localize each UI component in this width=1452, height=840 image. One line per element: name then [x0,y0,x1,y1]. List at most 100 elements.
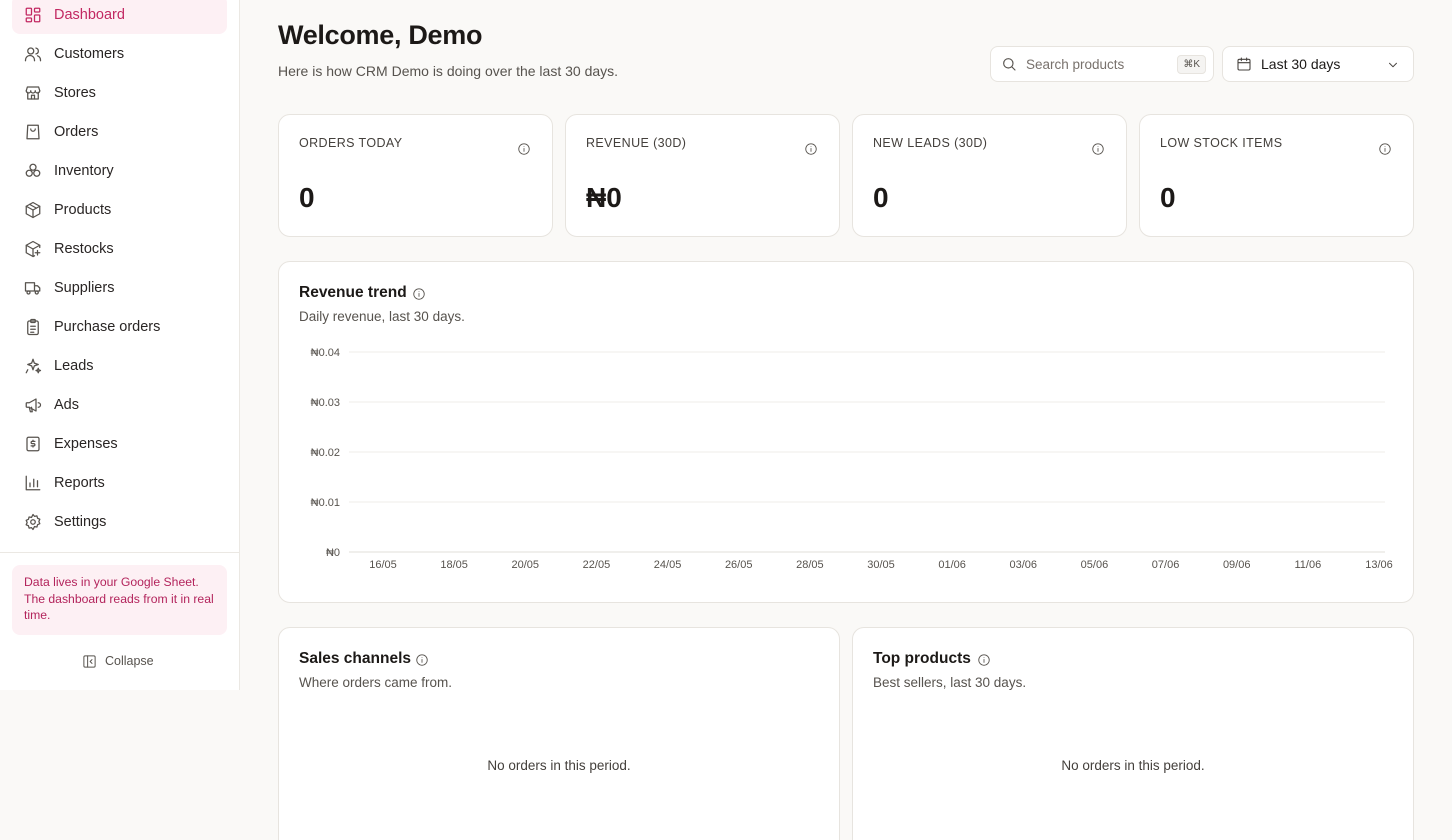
sidebar-item-label: Restocks [54,240,114,257]
y-tick-label: ₦0 [326,547,340,559]
info-icon[interactable] [1378,142,1392,156]
megaphone-icon [24,396,42,414]
sidebar-item-stores[interactable]: Stores [12,73,227,112]
store-icon [24,84,42,102]
search-box: ⌘K [990,46,1214,82]
date-range-label: Last 30 days [1261,56,1341,72]
x-tick-label: 26/05 [725,559,753,571]
info-icon[interactable] [977,653,991,667]
card-subtitle: Where orders came from. [299,675,453,690]
kpi-value: 0 [1160,182,1176,213]
search-icon [1003,58,1016,71]
chevron-down-icon [1389,62,1397,68]
kpi-label: LOW STOCK ITEMS [1160,136,1283,150]
clipboard-list-icon [24,318,42,336]
users-icon [24,45,42,63]
sidebar-item-label: Customers [54,45,125,62]
sidebar-item-customers[interactable]: Customers [12,34,227,73]
x-tick-label: 18/05 [440,559,468,571]
sidebar-item-suppliers[interactable]: Suppliers [12,268,227,307]
kpi-label: ORDERS TODAY [299,136,403,150]
collapse-label: Collapse [105,654,154,668]
revenue-trend-card: Revenue trend Daily revenue, last 30 day… [278,261,1414,603]
sidebar-item-purchase-orders[interactable]: Purchase orders [12,307,227,346]
package-icon [24,201,42,219]
x-tick-label: 24/05 [654,559,682,571]
receipt-icon [24,435,42,453]
sidebar-item-ads[interactable]: Ads [12,385,227,424]
kpi-label: REVENUE (30D) [586,136,687,150]
sidebar-item-restocks[interactable]: Restocks [12,229,227,268]
sidebar-item-label: Reports [54,474,105,491]
sidebar-item-label: Ads [54,396,79,413]
info-icon[interactable] [1091,142,1105,156]
sidebar-nav: Dashboard Customers Stores Orders Invent… [12,0,227,541]
kpi-card-revenue: REVENUE (30D) ₦0 [565,114,840,237]
kpi-value: ₦0 [586,182,622,213]
revenue-trend-chart: ₦0.04 ₦0.03 ₦0.02 ₦0.01 ₦0 16/05 18/05 20/05 22/… [311,347,1393,571]
kpi-value: 0 [299,182,315,213]
x-tick-label: 22/05 [583,559,611,571]
sidebar-item-label: Expenses [54,435,118,452]
calendar-icon [1237,57,1251,71]
sidebar-item-reports[interactable]: Reports [12,463,227,502]
empty-state: No orders in this period. [1061,758,1205,773]
x-tick-label: 16/05 [369,559,397,571]
gear-icon [24,513,42,531]
bar-chart-icon [24,474,42,492]
x-tick-label: 28/05 [796,559,824,571]
search-shortcut-badge: ⌘K [1177,55,1206,74]
y-tick-label: ₦0.02 [311,447,340,459]
info-icon[interactable] [804,142,818,156]
date-range-select[interactable]: Last 30 days [1222,46,1414,82]
sales-channels-card: Sales channels Where orders came from. N… [278,627,840,840]
card-title: Sales channels [299,650,412,667]
page-subtitle: Here is how CRM Demo is doing over the l… [278,63,619,79]
x-tick-label: 05/06 [1081,559,1109,571]
package-plus-icon [24,240,42,258]
sidebar-item-label: Leads [54,357,94,374]
sidebar-item-label: Products [54,201,112,218]
info-icon[interactable] [517,142,531,156]
sidebar: Dashboard Customers Stores Orders Invent… [0,0,240,690]
card-subtitle: Best sellers, last 30 days. [873,675,1027,690]
empty-state: No orders in this period. [487,758,631,773]
truck-icon [24,279,42,297]
search-input[interactable] [1026,56,1171,72]
sidebar-divider [0,552,239,553]
y-tick-label: ₦0.03 [311,397,340,409]
sidebar-item-settings[interactable]: Settings [12,502,227,541]
x-tick-label: 07/06 [1152,559,1180,571]
kpi-card-orders-today: ORDERS TODAY 0 [278,114,553,237]
sidebar-item-dashboard[interactable]: Dashboard [12,0,227,34]
boxes-icon [24,162,42,180]
dashboard-icon [24,6,42,24]
page-title: Welcome, Demo [278,20,483,50]
sidebar-item-label: Purchase orders [54,318,161,335]
sidebar-item-leads[interactable]: Leads [12,346,227,385]
x-tick-label: 09/06 [1223,559,1251,571]
sidebar-item-label: Settings [54,513,107,530]
sparkles-icon [24,357,42,375]
kpi-label: NEW LEADS (30D) [873,136,988,150]
y-tick-label: ₦0.04 [311,347,340,359]
sidebar-item-inventory[interactable]: Inventory [12,151,227,190]
x-tick-label: 11/06 [1294,559,1321,571]
sidebar-item-label: Orders [54,123,99,140]
kpi-card-new-leads: NEW LEADS (30D) 0 [852,114,1127,237]
sidebar-item-expenses[interactable]: Expenses [12,424,227,463]
sidebar-item-orders[interactable]: Orders [12,112,227,151]
sidebar-item-products[interactable]: Products [12,190,227,229]
x-tick-label: 30/05 [867,559,895,571]
google-sheet-note: Data lives in your Google Sheet. The das… [12,565,227,635]
x-tick-label: 01/06 [938,559,966,571]
x-tick-label: 13/06 [1365,559,1393,571]
collapse-button[interactable]: Collapse [82,651,154,671]
info-icon[interactable] [415,653,429,667]
top-products-card: Top products Best sellers, last 30 days.… [852,627,1414,840]
sidebar-item-label: Dashboard [54,6,125,23]
kpi-card-low-stock: LOW STOCK ITEMS 0 [1139,114,1414,237]
x-tick-label: 03/06 [1010,559,1038,571]
panel-collapse-icon [83,654,96,668]
card-title: Top products [873,650,971,667]
